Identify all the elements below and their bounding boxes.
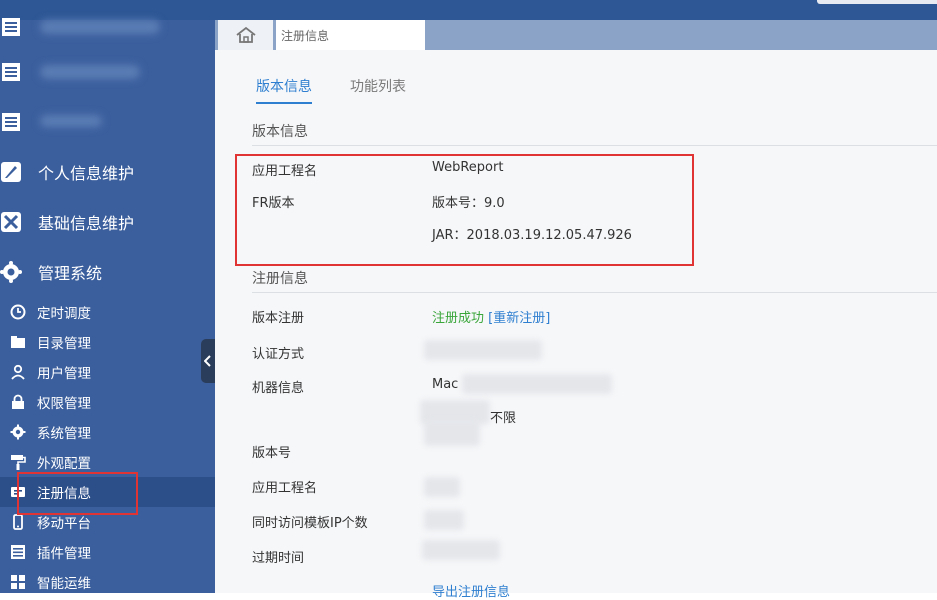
redacted-value [424,477,460,497]
version-section-title: 版本信息 [252,124,308,140]
tools-icon [1,212,21,232]
content-tabs: 版本信息 功能列表 [256,76,406,104]
divider [252,292,937,293]
clock-icon [10,304,26,320]
highlight-box-sidebar [17,472,138,515]
sidebar-item-label: 管理系统 [38,264,103,283]
sidebar-sub-label: 用户管理 [37,366,91,382]
sidebar-item-personal-info[interactable]: 个人信息维护 [0,147,215,197]
version-register-label: 版本注册 [252,311,305,326]
home-icon [235,26,256,43]
export-register-link[interactable]: 导出注册信息 [432,581,510,600]
register-section-title: 注册信息 [252,271,308,287]
highlight-box-version [235,154,694,266]
document-list-icon [2,18,20,36]
sidebar-item-obscured-1[interactable] [0,2,215,52]
re-register-link[interactable]: [重新注册] [488,311,550,326]
redacted-value [424,510,464,530]
redacted-value [424,420,480,446]
register-status: 注册成功 [重新注册] [432,307,550,326]
redacted-label [40,65,140,79]
tab-registration[interactable]: 注册信息 [276,20,425,50]
gear-icon [10,424,26,440]
redacted-value [422,540,500,560]
expire-time-label: 过期时间 [252,551,305,566]
tab-version-info[interactable]: 版本信息 [256,76,312,104]
sidebar-sub-label: 移动平台 [37,516,91,532]
sidebar-sub-label: 定时调度 [37,306,91,322]
sidebar-item-basic-info[interactable]: 基础信息维护 [0,197,215,247]
sidebar-sub-system[interactable]: 系统管理 [0,417,215,447]
sidebar-sub-label: 权限管理 [37,396,91,412]
version-number-label: 版本号 [252,446,292,461]
chevron-left-icon [204,355,211,367]
user-icon [11,364,25,380]
lock-icon [12,394,24,409]
grid-icon [11,575,25,589]
redacted-value [462,374,612,394]
sidebar-sub-label: 智能运维 [37,576,91,592]
sidebar-sub-users[interactable]: 用户管理 [0,357,215,387]
divider [252,145,937,146]
sidebar-sub-permissions[interactable]: 权限管理 [0,387,215,417]
sidebar-sub-schedule[interactable]: 定时调度 [0,297,215,327]
home-tab[interactable] [218,20,273,50]
sidebar-sub-directory[interactable]: 目录管理 [0,327,215,357]
mobile-icon [13,514,23,530]
paint-roller-icon [11,455,26,470]
register-success-text: 注册成功 [432,311,485,326]
sidebar-item-management[interactable]: 管理系统 [0,247,215,297]
folder-icon [11,336,25,348]
gear-icon [0,261,22,283]
sidebar-item-label: 个人信息维护 [38,164,135,183]
plugin-icon [11,545,25,559]
sidebar-sub-label: 目录管理 [37,336,91,352]
machine-info-label: 机器信息 [252,381,305,396]
machine-info-value-start: Mac [432,377,459,392]
sidebar-item-label: 基础信息维护 [38,214,135,233]
concurrent-ip-label: 同时访问模板IP个数 [252,516,368,531]
machine-info-value-tail: 不限 [490,411,517,426]
document-list-icon [2,113,20,131]
redacted-label [40,20,160,34]
sidebar-sub-label: 插件管理 [37,546,91,562]
tab-feature-list[interactable]: 功能列表 [350,76,406,104]
sidebar-collapse-handle[interactable] [201,339,215,383]
register-app-name-label: 应用工程名 [252,481,318,496]
sidebar-sub-plugins[interactable]: 插件管理 [0,537,215,567]
auth-method-label: 认证方式 [252,347,305,362]
top-search-box[interactable] [817,0,937,4]
document-list-icon [2,63,20,81]
redacted-label [40,115,102,127]
sidebar-item-obscured-2[interactable] [0,47,215,97]
sidebar-item-obscured-3[interactable] [0,97,215,147]
sidebar-sub-label: 系统管理 [37,426,91,442]
feather-icon [1,162,21,182]
redacted-value [424,340,542,360]
sidebar-sub-label: 外观配置 [37,456,91,472]
